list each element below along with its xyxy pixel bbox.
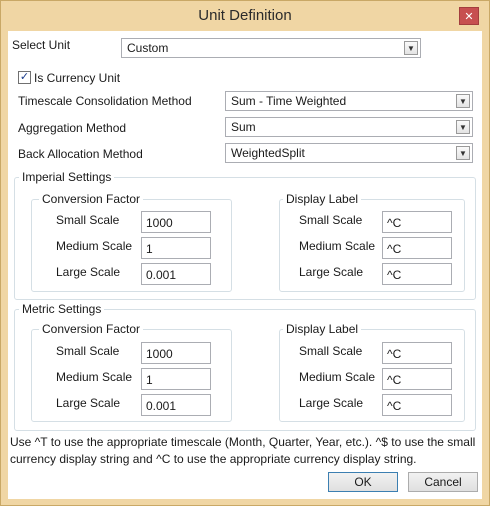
- metric-large-label: Large Scale: [56, 396, 121, 410]
- timescale-value: Sum - Time Weighted: [231, 94, 347, 108]
- help-note-line1: Use ^T to use the appropriate timescale …: [10, 435, 476, 449]
- select-unit-value: Custom: [127, 41, 169, 55]
- metric-small-value: 1000: [146, 347, 173, 361]
- imperial-small-display-field[interactable]: ^C: [382, 211, 452, 233]
- dialog-body: Select Unit Custom ▼ ✓ Is Currency Unit …: [8, 31, 482, 499]
- metric-large-display-field[interactable]: ^C: [382, 394, 452, 416]
- select-unit-label: Select Unit: [12, 38, 71, 52]
- checkmark-icon: ✓: [19, 71, 30, 83]
- chevron-down-icon: ▼: [404, 41, 418, 55]
- imperial-medium-value: 1: [146, 242, 153, 256]
- timescale-label: Timescale Consolidation Method: [18, 94, 192, 108]
- metric-medium-display-field[interactable]: ^C: [382, 368, 452, 390]
- imperial-large-display-value: ^C: [387, 268, 402, 282]
- imperial-small-value: 1000: [146, 216, 173, 230]
- metric-small-label: Small Scale: [56, 344, 120, 358]
- imperial-large-label: Large Scale: [56, 265, 121, 279]
- back-allocation-label: Back Allocation Method: [18, 147, 143, 161]
- unit-definition-dialog: Unit Definition ✕ Select Unit Custom ▼ ✓…: [0, 0, 490, 506]
- window-title: Unit Definition: [198, 7, 292, 24]
- help-note-line2: currency display string and ^C to use th…: [10, 452, 417, 466]
- imperial-small-label: Small Scale: [56, 213, 120, 227]
- imperial-large-field[interactable]: 0.001: [141, 263, 211, 285]
- is-currency-checkbox[interactable]: ✓: [18, 71, 31, 84]
- aggregation-label: Aggregation Method: [18, 121, 127, 135]
- imperial-small-display-value: ^C: [387, 216, 402, 230]
- is-currency-label: Is Currency Unit: [34, 71, 121, 85]
- metric-large-display-value: ^C: [387, 399, 402, 413]
- help-note: Use ^T to use the appropriate timescale …: [10, 434, 482, 468]
- metric-small-field[interactable]: 1000: [141, 342, 211, 364]
- metric-medium-value: 1: [146, 373, 153, 387]
- close-button[interactable]: ✕: [459, 7, 479, 25]
- chevron-down-icon: ▼: [456, 146, 470, 160]
- metric-small-display-field[interactable]: ^C: [382, 342, 452, 364]
- metric-large-field[interactable]: 0.001: [141, 394, 211, 416]
- metric-settings-title: Metric Settings: [19, 302, 105, 316]
- metric-medium-field[interactable]: 1: [141, 368, 211, 390]
- imperial-large-display-label: Large Scale: [299, 265, 364, 279]
- chevron-down-icon: ▼: [456, 94, 470, 108]
- back-allocation-dropdown[interactable]: WeightedSplit ▼: [225, 143, 473, 163]
- cancel-button[interactable]: Cancel: [408, 472, 478, 492]
- imperial-large-display-field[interactable]: ^C: [382, 263, 452, 285]
- metric-small-display-label: Small Scale: [299, 344, 363, 358]
- imperial-display-title: Display Label: [283, 192, 362, 206]
- select-unit-dropdown[interactable]: Custom ▼: [121, 38, 421, 58]
- close-icon: ✕: [464, 11, 474, 23]
- imperial-small-field[interactable]: 1000: [141, 211, 211, 233]
- ok-button[interactable]: OK: [328, 472, 398, 492]
- imperial-conversion-title: Conversion Factor: [39, 192, 144, 206]
- imperial-medium-field[interactable]: 1: [141, 237, 211, 259]
- chevron-down-icon: ▼: [456, 120, 470, 134]
- aggregation-value: Sum: [231, 120, 256, 134]
- imperial-small-display-label: Small Scale: [299, 213, 363, 227]
- imperial-medium-label: Medium Scale: [56, 239, 133, 253]
- metric-medium-display-value: ^C: [387, 373, 402, 387]
- metric-medium-label: Medium Scale: [56, 370, 133, 384]
- metric-large-display-label: Large Scale: [299, 396, 364, 410]
- metric-large-value: 0.001: [146, 399, 177, 413]
- aggregation-dropdown[interactable]: Sum ▼: [225, 117, 473, 137]
- imperial-medium-display-value: ^C: [387, 242, 402, 256]
- imperial-medium-display-field[interactable]: ^C: [382, 237, 452, 259]
- metric-display-title: Display Label: [283, 322, 362, 336]
- metric-conversion-title: Conversion Factor: [39, 322, 144, 336]
- title-bar[interactable]: Unit Definition ✕: [1, 1, 489, 31]
- back-allocation-value: WeightedSplit: [231, 146, 305, 160]
- timescale-dropdown[interactable]: Sum - Time Weighted ▼: [225, 91, 473, 111]
- metric-small-display-value: ^C: [387, 347, 402, 361]
- imperial-medium-display-label: Medium Scale: [299, 239, 376, 253]
- imperial-settings-title: Imperial Settings: [19, 170, 115, 184]
- imperial-large-value: 0.001: [146, 268, 177, 282]
- metric-medium-display-label: Medium Scale: [299, 370, 376, 384]
